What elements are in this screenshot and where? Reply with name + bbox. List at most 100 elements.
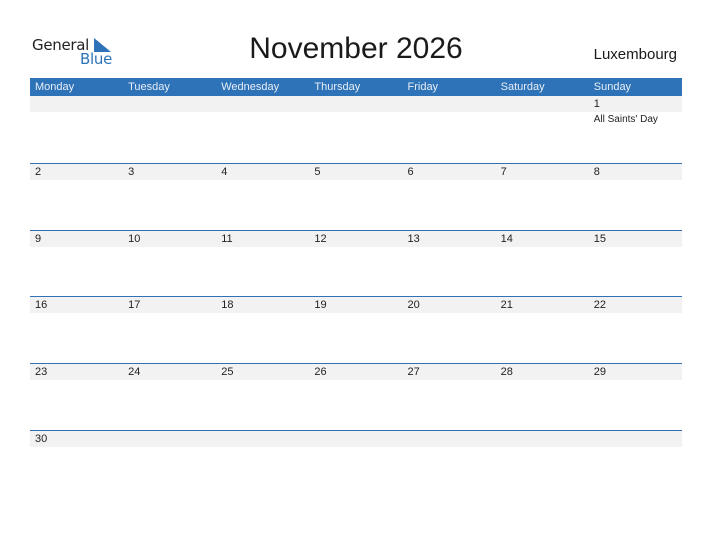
day-cell: 27 [402, 364, 496, 430]
week-row: 16 17 18 19 20 21 22 [30, 296, 682, 363]
day-number [216, 96, 310, 112]
weekday-thursday: Thursday [314, 81, 361, 93]
day-number [402, 96, 496, 112]
day-cell [216, 430, 310, 497]
day-number: 2 [30, 163, 124, 180]
day-number: 26 [309, 364, 403, 381]
weekday-header: Monday Tuesday Wednesday Thursday Friday Satu… [30, 78, 682, 96]
day-cell: 30 [30, 430, 124, 497]
day-cell [402, 430, 496, 497]
day-number: 18 [216, 297, 310, 314]
day-cell [216, 96, 310, 163]
day-cell: 23 [30, 364, 124, 430]
day-number: 9 [30, 230, 124, 247]
weekday-friday: Friday [407, 81, 439, 93]
week-row: 1 All Saints' Day [30, 96, 682, 163]
day-cell: 5 [309, 163, 403, 230]
day-cell [30, 96, 124, 163]
day-number: 10 [123, 230, 217, 247]
day-number: 4 [216, 163, 310, 180]
day-cell: 1 All Saints' Day [588, 96, 682, 163]
day-cell: 20 [402, 297, 496, 363]
day-cell: 22 [588, 297, 682, 363]
day-number: 1 [588, 96, 682, 112]
day-number: 25 [216, 364, 310, 381]
day-number: 12 [309, 230, 403, 247]
day-cell [309, 430, 403, 497]
day-number: 5 [309, 163, 403, 180]
day-number: 28 [495, 364, 589, 381]
day-number: 14 [495, 230, 589, 247]
calendar-grid: Monday Tuesday Wednesday Thursday Friday Satu… [30, 78, 682, 497]
day-cell: 14 [495, 230, 589, 297]
week-row: 30 [30, 429, 682, 497]
weekday-wednesday: Wednesday [221, 81, 280, 93]
day-cell: 8 [588, 163, 682, 230]
day-cell [588, 430, 682, 497]
weekday-tuesday: Tuesday [128, 81, 170, 93]
day-number: 6 [402, 163, 496, 180]
day-cell: 12 [309, 230, 403, 297]
day-cell: 29 [588, 364, 682, 430]
day-cell: 18 [216, 297, 310, 363]
day-cell: 16 [30, 297, 124, 363]
day-cell [402, 96, 496, 163]
day-number [30, 96, 124, 112]
day-number [123, 96, 217, 112]
day-number: 19 [309, 297, 403, 314]
day-cell: 2 [30, 163, 124, 230]
day-number: 17 [123, 297, 217, 314]
day-number: 24 [123, 364, 217, 381]
day-cell: 9 [30, 230, 124, 297]
day-number: 15 [588, 230, 682, 247]
day-number [588, 430, 682, 447]
day-number: 23 [30, 364, 124, 381]
day-number: 29 [588, 364, 682, 381]
day-number: 13 [402, 230, 496, 247]
day-cell: 25 [216, 364, 310, 430]
day-cell: 3 [123, 163, 217, 230]
day-cell [309, 96, 403, 163]
day-number [123, 430, 217, 447]
day-cell: 28 [495, 364, 589, 430]
weekday-saturday: Saturday [500, 81, 545, 93]
day-number: 16 [30, 297, 124, 314]
day-cell: 4 [216, 163, 310, 230]
day-cell: 10 [123, 230, 217, 297]
day-number: 11 [216, 230, 310, 247]
day-number: 3 [123, 163, 217, 180]
day-number: 22 [588, 297, 682, 314]
day-cell: 6 [402, 163, 496, 230]
day-cell [495, 430, 589, 497]
day-cell: 15 [588, 230, 682, 297]
day-number: 7 [495, 163, 589, 180]
day-cell: 7 [495, 163, 589, 230]
day-cell: 17 [123, 297, 217, 363]
day-number [495, 430, 589, 447]
weekday-monday: Monday [35, 81, 75, 93]
weekday-sunday: Sunday [593, 81, 632, 93]
day-cell [123, 430, 217, 497]
day-number: 30 [30, 430, 124, 447]
day-cell: 26 [309, 364, 403, 430]
day-cell [495, 96, 589, 163]
day-number: 8 [588, 163, 682, 180]
day-cell: 24 [123, 364, 217, 430]
day-cell [123, 96, 217, 163]
day-number [216, 430, 310, 447]
week-row: 9 10 11 12 13 14 15 [30, 229, 682, 297]
day-number [309, 430, 403, 447]
day-number: 27 [402, 364, 496, 381]
day-cell: 21 [495, 297, 589, 363]
day-number [495, 96, 589, 112]
day-number: 21 [495, 297, 589, 314]
day-number: 20 [402, 297, 496, 314]
day-number [309, 96, 403, 112]
day-number [402, 430, 496, 447]
holiday-label: All Saints' Day [593, 114, 658, 125]
week-row: 2345678 [30, 162, 682, 230]
day-cell: 13 [402, 230, 496, 297]
day-cell: 11 [216, 230, 310, 297]
day-cell: 19 [309, 297, 403, 363]
week-row: 23 24 25 26 27 28 29 [30, 363, 682, 430]
